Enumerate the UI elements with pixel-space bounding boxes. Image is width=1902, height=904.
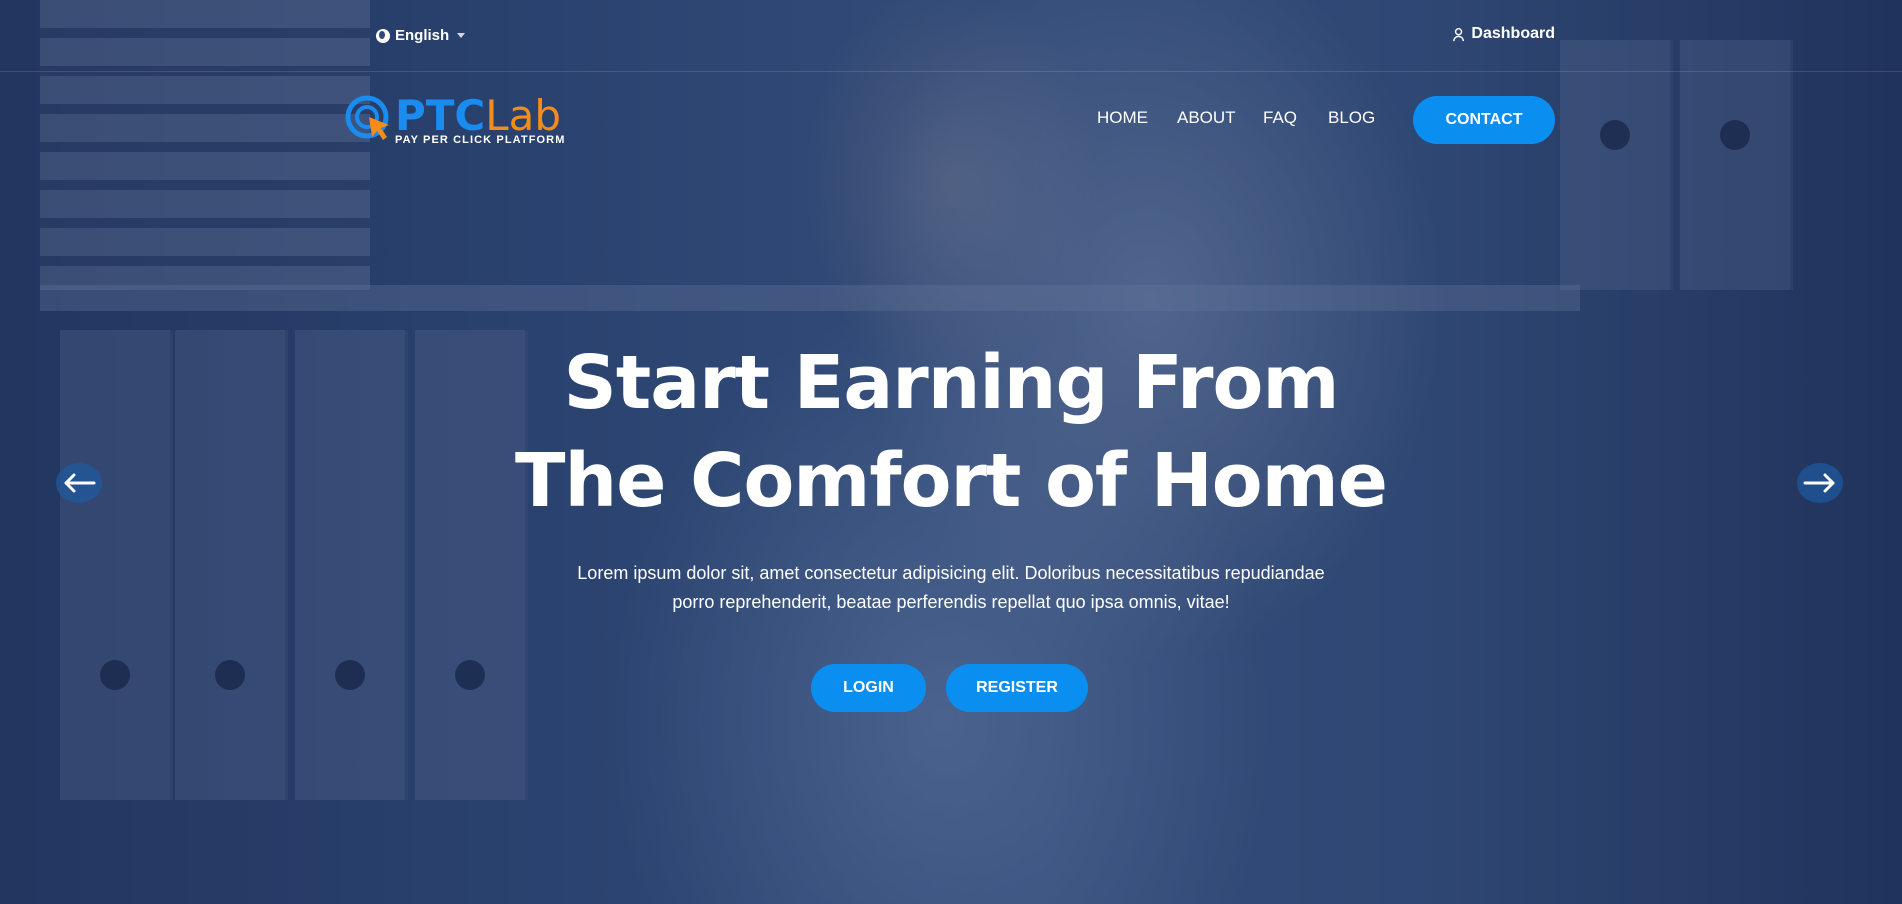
hero-slider: English Dashboard PTCLab PAY PER CLICK P… bbox=[0, 0, 1902, 904]
target-cursor-icon bbox=[345, 95, 389, 140]
globe-icon bbox=[376, 28, 390, 43]
logo-wordmark: PTCLab bbox=[395, 91, 562, 140]
nav-home[interactable]: HOME bbox=[1097, 108, 1148, 128]
slider-prev-button[interactable] bbox=[56, 463, 102, 503]
register-button[interactable]: REGISTER bbox=[946, 664, 1088, 712]
language-selector[interactable]: English bbox=[376, 27, 466, 44]
logo-tagline: PAY PER CLICK PLATFORM bbox=[395, 134, 566, 146]
hero-subtitle-line-2: porro reprehenderit, beatae perferendis … bbox=[672, 592, 1230, 612]
hero-subtitle-line-1: Lorem ipsum dolor sit, amet consectetur … bbox=[577, 563, 1325, 583]
logo[interactable]: PTCLab PAY PER CLICK PLATFORM bbox=[345, 91, 566, 146]
nav-blog[interactable]: BLOG bbox=[1328, 108, 1375, 128]
nav-about[interactable]: ABOUT bbox=[1177, 108, 1236, 128]
login-button[interactable]: LOGIN bbox=[811, 664, 926, 712]
arrow-right-icon bbox=[1803, 473, 1835, 493]
dashboard-label: Dashboard bbox=[1471, 25, 1555, 42]
user-icon bbox=[1452, 27, 1467, 42]
hero-headline-line-2: The Comfort of Home bbox=[515, 438, 1388, 524]
slider-next-button[interactable] bbox=[1797, 463, 1843, 503]
hero-headline-line-1: Start Earning From bbox=[563, 340, 1340, 426]
language-label: English bbox=[395, 27, 450, 44]
dashboard-link[interactable]: Dashboard bbox=[1452, 25, 1555, 43]
chevron-down-icon bbox=[457, 33, 466, 38]
nav-faq[interactable]: FAQ bbox=[1263, 108, 1297, 128]
contact-button[interactable]: CONTACT bbox=[1413, 96, 1555, 144]
arrow-left-icon bbox=[64, 473, 96, 493]
top-bar: English Dashboard bbox=[0, 0, 1902, 72]
